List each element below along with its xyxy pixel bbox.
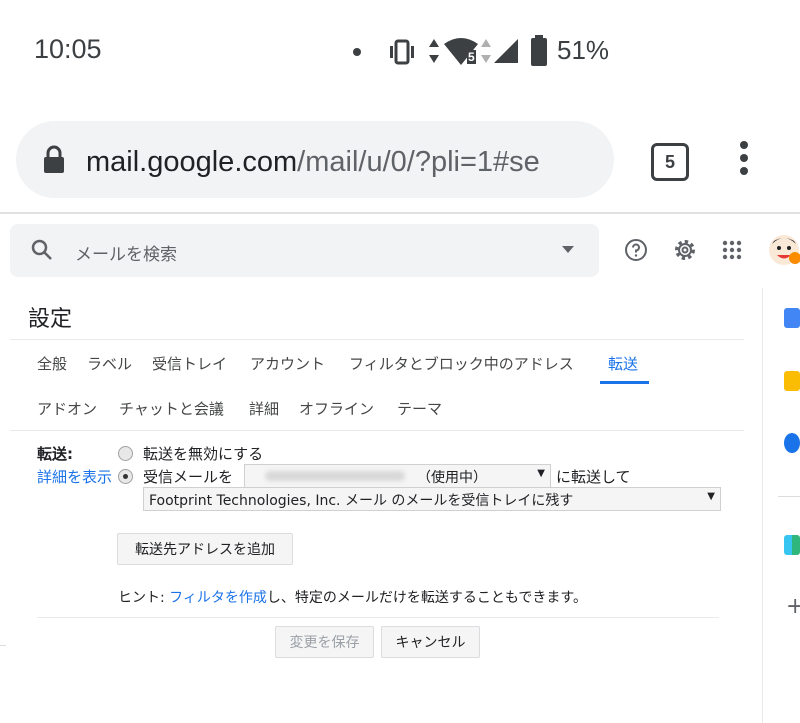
tab-addons[interactable]: アドオン [37, 398, 97, 419]
tab-inbox[interactable]: 受信トレイ [152, 353, 227, 374]
disable-forwarding-radio[interactable] [118, 446, 133, 461]
apps-grid-icon[interactable] [722, 240, 742, 260]
tab-offline[interactable]: オフライン [299, 398, 374, 419]
tab-accounts[interactable]: アカウント [250, 353, 325, 374]
details-link[interactable]: 詳細を表示 [37, 466, 112, 487]
side-panel-divider [762, 288, 763, 723]
keep-copy-select[interactable]: Footprint Technologies, Inc. メール のメールを受信… [143, 487, 721, 511]
disable-forwarding-label[interactable]: 転送を無効にする [143, 443, 263, 464]
help-icon[interactable] [624, 238, 648, 262]
hint-suffix: し、特定のメールだけを転送することもできます。 [266, 590, 587, 606]
address-status: （使用中） [417, 470, 487, 486]
actions-divider [37, 617, 719, 618]
toolbar-divider [0, 212, 800, 214]
notification-dot-icon [353, 48, 361, 56]
left-edge-line [0, 645, 6, 646]
url-domain: mail.google.com [86, 146, 298, 178]
dropdown-arrow-icon: ▼ [537, 468, 545, 479]
hint-prefix: ヒント: [118, 590, 170, 606]
add-forwarding-address-button[interactable]: 転送先アドレスを追加 [117, 533, 293, 565]
search-icon[interactable] [31, 239, 53, 261]
active-tab-indicator [600, 381, 649, 384]
settings-gear-icon[interactable] [673, 238, 697, 262]
account-avatar[interactable] [768, 232, 800, 268]
keep-copy-value: Footprint Technologies, Inc. メール のメールを受信… [149, 493, 574, 509]
url-text[interactable]: mail.google.com/mail/u/0/?pli=1#se [86, 146, 598, 179]
tab-filters[interactable]: フィルタとブロック中のアドレス [349, 353, 574, 374]
tab-chat-meet[interactable]: チャットと会議 [119, 398, 224, 419]
data-arrows-2-icon [481, 39, 491, 63]
title-divider [10, 339, 744, 340]
tasks-icon[interactable] [784, 433, 800, 453]
tab-advanced[interactable]: 詳細 [249, 398, 279, 419]
vibrate-icon [390, 39, 414, 65]
tab-general[interactable]: 全般 [37, 353, 67, 374]
data-arrows-icon [429, 39, 439, 63]
status-bar: 10:05 5 51% [0, 0, 800, 104]
signal-badge: 5 [467, 50, 476, 64]
forward-address-select[interactable]: （使用中） ▼ [244, 464, 551, 488]
forwarding-label: 転送: [37, 445, 73, 463]
create-filter-link[interactable]: フィルタを作成 [169, 590, 267, 606]
side-panel-separator [778, 496, 800, 497]
battery-percentage: 51% [557, 35, 610, 65]
url-path: /mail/u/0/?pli=1#se [297, 146, 540, 178]
more-menu-icon[interactable] [737, 141, 751, 181]
hint-text: ヒント: フィルタを作成し、特定のメールだけを転送することもできます。 [118, 587, 587, 607]
enable-forwarding-radio[interactable] [118, 469, 133, 484]
add-addon-icon[interactable]: + [786, 594, 800, 619]
save-changes-button[interactable]: 変更を保存 [275, 626, 374, 658]
search-options-icon[interactable] [562, 246, 574, 253]
battery-icon [531, 35, 547, 66]
forward-prefix-label: 受信メールを [143, 468, 234, 486]
tab-switcher-button[interactable]: 5 [651, 143, 689, 181]
status-time: 10:05 [34, 34, 102, 64]
tab-labels[interactable]: ラベル [87, 353, 132, 374]
forward-suffix-label: に転送して [556, 468, 631, 486]
cell-signal-icon [494, 39, 518, 63]
tab-forwarding[interactable]: 転送 [608, 353, 638, 374]
calendar-icon[interactable] [784, 308, 800, 328]
tab-themes[interactable]: テーマ [397, 398, 442, 419]
slack-icon[interactable] [784, 535, 800, 555]
search-input[interactable]: メールを検索 [75, 240, 177, 265]
keep-icon[interactable] [784, 371, 800, 391]
cancel-button[interactable]: キャンセル [381, 626, 480, 658]
lock-icon[interactable] [42, 144, 66, 174]
redacted-email [265, 471, 405, 481]
dropdown-arrow-icon: ▼ [707, 491, 715, 502]
page-title: 設定 [28, 307, 73, 332]
tabs-divider [10, 430, 744, 431]
